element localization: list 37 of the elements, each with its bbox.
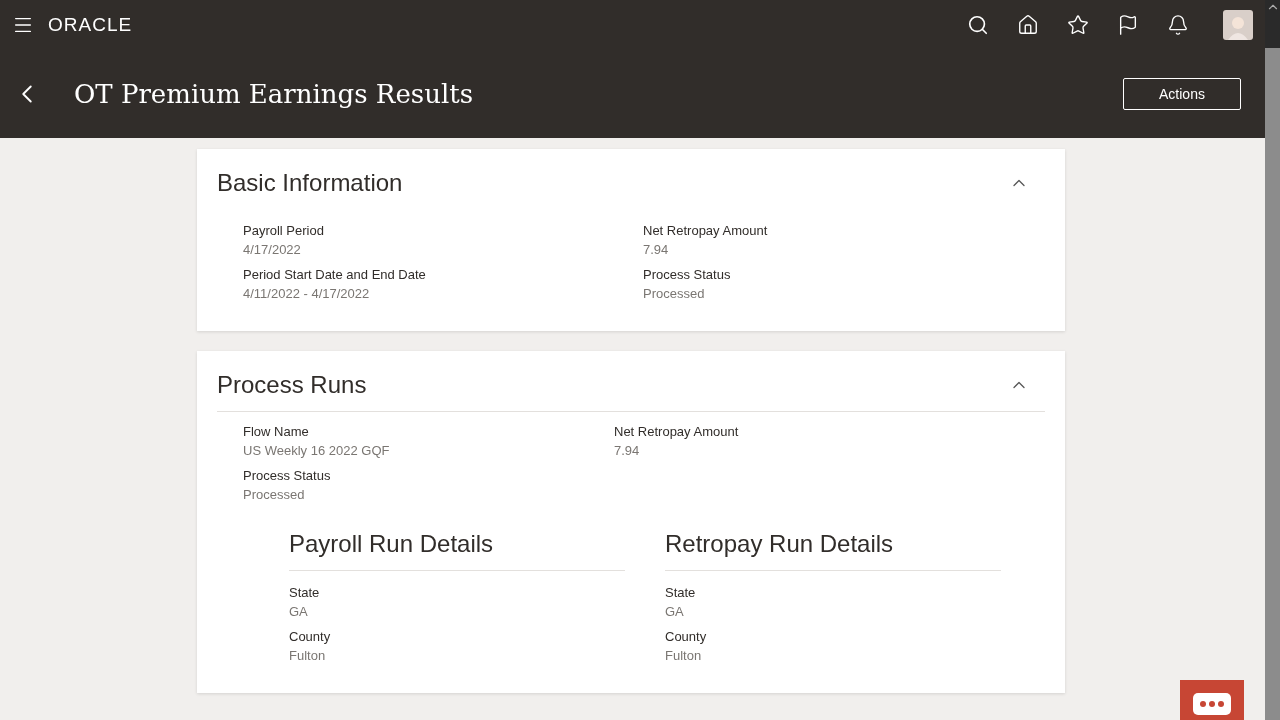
subsection-title: Retropay Run Details	[665, 530, 1001, 571]
chat-bubble-icon	[1192, 692, 1232, 716]
field-label: County	[289, 629, 332, 644]
section-title: Basic Information	[217, 169, 403, 197]
field-value: Processed	[243, 487, 306, 502]
home-icon[interactable]	[1017, 14, 1039, 36]
scrollbar[interactable]	[1265, 0, 1280, 720]
field-value: Fulton	[289, 648, 327, 663]
field-label: Period Start Date and End Date	[243, 267, 427, 282]
chat-button[interactable]	[1180, 680, 1244, 720]
page-title: OT Premium Earnings Results	[74, 79, 474, 109]
field-value: 7.94	[643, 242, 670, 257]
field-value: GA	[289, 604, 309, 619]
field-value: Processed	[643, 286, 706, 301]
actions-button[interactable]: Actions	[1123, 78, 1241, 110]
field-value: Fulton	[665, 648, 703, 663]
field-value: 4/11/2022 - 4/17/2022	[243, 286, 371, 301]
search-icon[interactable]	[967, 14, 989, 36]
field-label: State	[289, 585, 321, 600]
bell-icon[interactable]	[1167, 14, 1189, 36]
field-label: State	[665, 585, 697, 600]
field-label: Net Retropay Amount	[614, 424, 740, 439]
field-label: Payroll Period	[243, 223, 325, 238]
flag-icon[interactable]	[1117, 14, 1139, 36]
field-value: 4/17/2022	[243, 242, 302, 257]
section-title: Process Runs	[217, 371, 367, 399]
subsection-title: Payroll Run Details	[289, 530, 625, 571]
field-label: Net Retropay Amount	[643, 223, 769, 238]
field-value: 7.94	[614, 443, 641, 458]
field-label: County	[665, 629, 708, 644]
field-label: Process Status	[243, 468, 332, 483]
star-icon[interactable]	[1067, 14, 1089, 36]
field-label: Process Status	[643, 267, 732, 282]
field-label: Flow Name	[243, 424, 310, 439]
logo[interactable]: ORACLE	[48, 14, 133, 36]
field-value: US Weekly 16 2022 GQF	[243, 443, 391, 458]
field-value: GA	[665, 604, 685, 619]
